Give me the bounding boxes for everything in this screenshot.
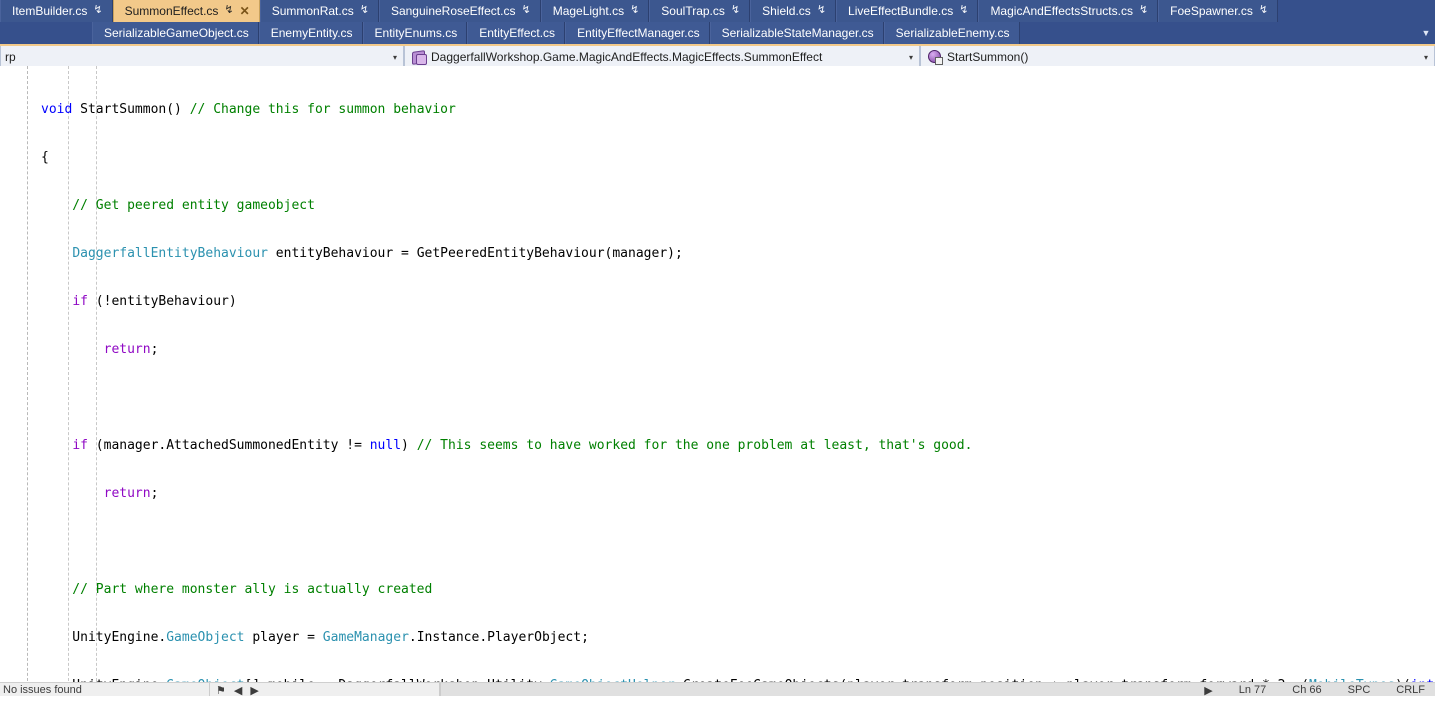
document-tab-shield[interactable]: Shield.cs ↯	[750, 0, 837, 22]
code-line[interactable]: if (manager.AttachedSummonedEntity != nu…	[0, 438, 1435, 454]
code-line[interactable]: if (!entityBehaviour)	[0, 294, 1435, 310]
pin-icon[interactable]: ↯	[360, 4, 369, 16]
tab-row-filler	[1278, 0, 1435, 22]
document-tab-liveeffectbundle[interactable]: LiveEffectBundle.cs ↯	[836, 0, 979, 22]
pin-icon[interactable]: ↯	[224, 4, 233, 16]
code-line[interactable]: DaggerfallEntityBehaviour entityBehaviou…	[0, 246, 1435, 262]
document-tab-serializablestatemanager[interactable]: SerializableStateManager.cs	[709, 22, 884, 44]
tab-label: MageLight.cs	[552, 4, 625, 18]
member-dropdown[interactable]: StartSummon() ▾	[920, 46, 1435, 68]
tab-label: MagicAndEffectsStructs.cs	[990, 4, 1133, 18]
status-navigation-controls[interactable]: ⚑ ◀ ▶	[210, 683, 440, 696]
status-indentation: SPC	[1347, 684, 1371, 696]
tab-label: ItemBuilder.cs	[12, 4, 88, 18]
tab-label: SoulTrap.cs	[661, 4, 725, 18]
document-tab-serializableenemy[interactable]: SerializableEnemy.cs	[883, 22, 1020, 44]
tab-label: EnemyEntity.cs	[270, 26, 353, 40]
status-line-number: Ln 77	[1238, 684, 1267, 696]
code-line[interactable]: return;	[0, 486, 1435, 502]
code-line[interactable]	[0, 390, 1435, 406]
code-text[interactable]: void StartSummon() // Change this for su…	[0, 66, 1435, 696]
type-dropdown-label: DaggerfallWorkshop.Game.MagicAndEffects.…	[431, 50, 823, 64]
project-dropdown[interactable]: rp ▾	[0, 46, 404, 68]
code-line[interactable]: UnityEngine.GameObject player = GameMana…	[0, 630, 1435, 646]
tab-label: SanguineRoseEffect.cs	[390, 4, 516, 18]
tab-label: FoeSpawner.cs	[1170, 4, 1253, 18]
pin-icon[interactable]: ↯	[93, 4, 102, 16]
document-tab-magicandeffectsstructs[interactable]: MagicAndEffectsStructs.cs ↯	[978, 0, 1159, 22]
tab-row-2-indent	[0, 22, 92, 44]
pin-icon[interactable]: ↯	[817, 4, 826, 16]
code-line[interactable]: {	[0, 150, 1435, 166]
document-tab-itembuilder[interactable]: ItemBuilder.cs ↯	[0, 0, 113, 22]
tab-label: SerializableStateManager.cs	[721, 26, 874, 40]
document-tab-row-1: ItemBuilder.cs ↯ SummonEffect.cs ↯ ✕ Sum…	[0, 0, 1435, 22]
status-column-number: Ch 66	[1292, 684, 1322, 696]
status-line-endings: CRLF	[1396, 684, 1425, 696]
tab-label: SummonEffect.cs	[124, 4, 219, 18]
status-indicators: ▶ Ln 77 Ch 66 SPC CRLF	[1204, 683, 1435, 696]
editor-navigation-bar: rp ▾ DaggerfallWorkshop.Game.MagicAndEff…	[0, 44, 1435, 68]
code-line[interactable]: // Part where monster ally is actually c…	[0, 582, 1435, 598]
pin-icon[interactable]: ↯	[731, 4, 740, 16]
code-editor-surface[interactable]: void StartSummon() // Change this for su…	[0, 66, 1435, 696]
pin-icon[interactable]: ↯	[630, 4, 639, 16]
tab-label: EntityEffectManager.cs	[577, 26, 700, 40]
chevron-down-icon[interactable]: ▾	[1418, 53, 1434, 62]
document-tab-entityeffect[interactable]: EntityEffect.cs	[467, 22, 566, 44]
document-tab-foespawner[interactable]: FoeSpawner.cs ↯	[1158, 0, 1279, 22]
caret-arrow-icon: ▶	[1204, 685, 1213, 696]
nav-back-icon[interactable]: ◀	[234, 684, 242, 696]
nav-forward-icon[interactable]: ▶	[250, 684, 258, 696]
pin-icon[interactable]: ↯	[1259, 4, 1268, 16]
document-tab-strip: ItemBuilder.cs ↯ SummonEffect.cs ↯ ✕ Sum…	[0, 0, 1435, 44]
code-line[interactable]: // Get peered entity gameobject	[0, 198, 1435, 214]
document-tab-soultrap[interactable]: SoulTrap.cs ↯	[649, 0, 751, 22]
tab-label: SummonRat.cs	[271, 4, 354, 18]
document-tab-entityenums[interactable]: EntityEnums.cs	[362, 22, 468, 44]
document-tab-summonrat[interactable]: SummonRat.cs ↯	[259, 0, 379, 22]
code-line[interactable]: void StartSummon() // Change this for su…	[0, 102, 1435, 118]
tab-label: SerializableEnemy.cs	[895, 26, 1010, 40]
document-tab-summoneffect[interactable]: SummonEffect.cs ↯ ✕	[112, 0, 260, 22]
type-dropdown[interactable]: DaggerfallWorkshop.Game.MagicAndEffects.…	[404, 46, 920, 68]
document-tab-row-2: SerializableGameObject.cs EnemyEntity.cs…	[0, 22, 1435, 44]
code-line[interactable]	[0, 534, 1435, 550]
bookmark-icon[interactable]: ⚑	[216, 684, 226, 696]
tab-overflow-chevron-down-icon[interactable]: ▼	[1417, 22, 1435, 44]
pin-icon[interactable]: ↯	[1139, 4, 1148, 16]
document-tab-sanguineroseeffect[interactable]: SanguineRoseEffect.cs ↯	[378, 0, 541, 22]
status-bar: No issues found ⚑ ◀ ▶ ▶ Ln 77 Ch 66 SPC …	[0, 682, 1435, 696]
tab-label: SerializableGameObject.cs	[104, 26, 249, 40]
pin-icon[interactable]: ↯	[521, 4, 530, 16]
member-dropdown-label: StartSummon()	[947, 50, 1029, 64]
tab-row-filler-2	[1020, 22, 1418, 44]
class-icon	[411, 49, 427, 65]
chevron-down-icon[interactable]: ▾	[387, 53, 403, 62]
document-tab-enemyentity[interactable]: EnemyEntity.cs	[258, 22, 363, 44]
horizontal-scrollbar[interactable]: ▶ Ln 77 Ch 66 SPC CRLF	[440, 683, 1435, 696]
close-icon[interactable]: ✕	[240, 5, 250, 17]
tab-label: LiveEffectBundle.cs	[848, 4, 954, 18]
document-tab-entityeffectmanager[interactable]: EntityEffectManager.cs	[565, 22, 710, 44]
code-line[interactable]: return;	[0, 342, 1435, 358]
tab-label: EntityEnums.cs	[374, 26, 458, 40]
pin-icon[interactable]: ↯	[959, 4, 968, 16]
document-tab-magelight[interactable]: MageLight.cs ↯	[540, 0, 650, 22]
chevron-down-icon[interactable]: ▾	[903, 53, 919, 62]
tab-label: EntityEffect.cs	[479, 26, 556, 40]
project-dropdown-label: rp	[5, 50, 16, 64]
document-tab-serializablegameobject[interactable]: SerializableGameObject.cs	[92, 22, 259, 44]
method-icon	[927, 49, 943, 65]
tab-label: Shield.cs	[762, 4, 811, 18]
status-message: No issues found	[0, 683, 210, 696]
